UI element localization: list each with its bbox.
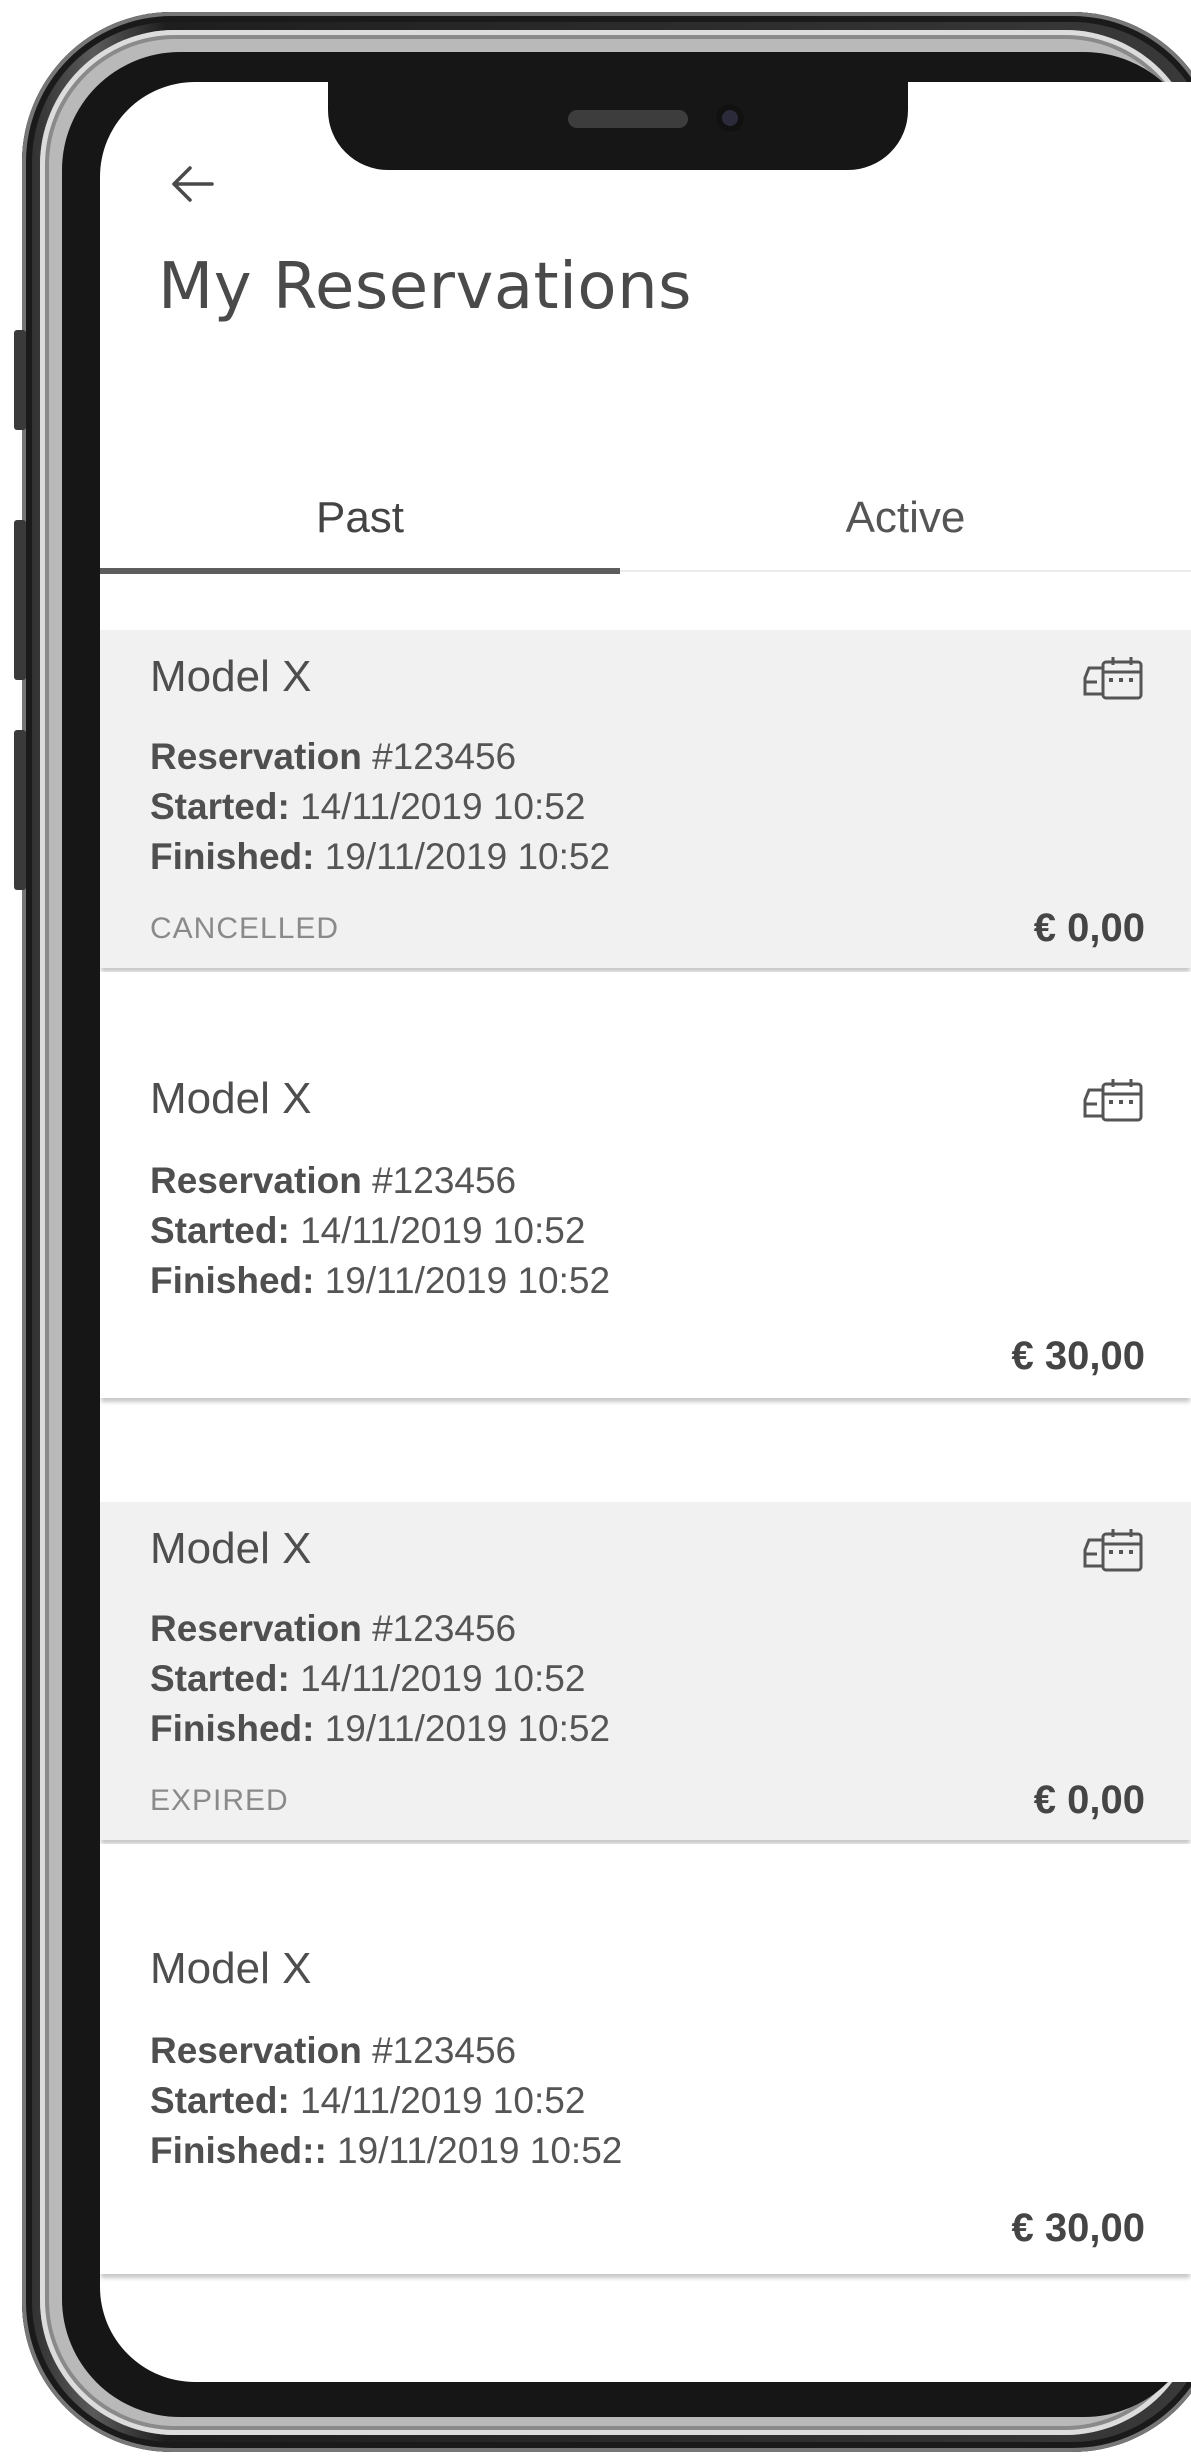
finished-line: Finished:: 19/11/2019 10:52 xyxy=(150,2130,622,2172)
reservation-card[interactable]: Model X Reservation #123456 Started: 14/… xyxy=(100,630,1191,968)
reservation-label: Reservation xyxy=(150,2030,362,2071)
started-line: Started: 14/11/2019 10:52 xyxy=(150,1210,585,1252)
volume-up-button xyxy=(14,520,26,680)
speaker-grille xyxy=(568,110,688,128)
reservation-label: Reservation xyxy=(150,1608,362,1649)
reservation-model: Model X xyxy=(150,1074,312,1123)
finished-label: Finished: xyxy=(150,1708,315,1749)
started-label: Started: xyxy=(150,1658,290,1699)
tab-bar: Past Active xyxy=(100,470,1191,580)
finished-label: Finished: xyxy=(150,836,315,877)
finished-line: Finished: 19/11/2019 10:52 xyxy=(150,836,610,878)
reservation-card[interactable]: Model X Reservation #123456 Started: 14/… xyxy=(100,1844,1191,2274)
tab-active[interactable]: Active xyxy=(620,470,1191,566)
started-label: Started: xyxy=(150,786,290,827)
reservation-number-value: #123456 xyxy=(372,1608,517,1649)
calendar-ticket-icon[interactable] xyxy=(1081,1076,1145,1126)
mute-switch xyxy=(14,330,26,430)
started-value: 14/11/2019 10:52 xyxy=(300,2080,586,2121)
started-label: Started: xyxy=(150,2080,290,2121)
reservation-number: Reservation #123456 xyxy=(150,736,516,778)
reservation-number: Reservation #123456 xyxy=(150,1160,516,1202)
reservation-status: CANCELLED xyxy=(150,912,340,945)
finished-line: Finished: 19/11/2019 10:52 xyxy=(150,1260,610,1302)
reservation-price: € 0,00 xyxy=(1033,906,1145,950)
reservation-number-value: #123456 xyxy=(372,736,517,777)
reservation-number-value: #123456 xyxy=(372,1160,517,1201)
page-title: My Reservations xyxy=(158,250,692,324)
volume-down-button xyxy=(14,730,26,890)
reservation-card[interactable]: Model X Reservation #123456 Started: 14/… xyxy=(100,972,1191,1398)
tab-divider xyxy=(620,570,1191,572)
reservation-model: Model X xyxy=(150,1524,312,1573)
reservation-number: Reservation #123456 xyxy=(150,2030,516,2072)
started-value: 14/11/2019 10:52 xyxy=(300,1658,586,1699)
tab-past[interactable]: Past xyxy=(100,470,620,566)
started-line: Started: 14/11/2019 10:52 xyxy=(150,786,585,828)
tab-selected-indicator xyxy=(100,568,620,574)
notch xyxy=(328,82,908,170)
started-value: 14/11/2019 10:52 xyxy=(300,1210,586,1251)
finished-value: 19/11/2019 10:52 xyxy=(324,1260,611,1301)
started-line: Started: 14/11/2019 10:52 xyxy=(150,1658,585,1700)
reservation-number: Reservation #123456 xyxy=(150,1608,516,1650)
started-value: 14/11/2019 10:52 xyxy=(300,786,586,827)
reservation-card[interactable]: Model X Reservation #123456 Started: 14/… xyxy=(100,1502,1191,1840)
finished-line: Finished: 19/11/2019 10:52 xyxy=(150,1708,610,1750)
arrow-left-icon[interactable] xyxy=(168,160,216,208)
reservation-number-value: #123456 xyxy=(372,2030,517,2071)
started-label: Started: xyxy=(150,1210,290,1251)
reservation-model: Model X xyxy=(150,1944,312,1993)
reservation-price: € 30,00 xyxy=(1011,1334,1145,1378)
front-camera xyxy=(716,104,744,132)
finished-label: Finished: xyxy=(150,1260,315,1301)
calendar-ticket-icon[interactable] xyxy=(1081,1526,1145,1576)
reservation-price: € 0,00 xyxy=(1033,1778,1145,1822)
finished-value: 19/11/2019 10:52 xyxy=(324,1708,611,1749)
calendar-ticket-icon[interactable] xyxy=(1081,654,1145,704)
finished-value: 19/11/2019 10:52 xyxy=(337,2130,623,2171)
finished-value: 19/11/2019 10:52 xyxy=(324,836,611,877)
reservation-label: Reservation xyxy=(150,736,362,777)
reservation-model: Model X xyxy=(150,652,312,701)
finished-label: Finished:: xyxy=(150,2130,327,2171)
app-screen: My Reservations Past Active Model X Rese… xyxy=(100,82,1191,2382)
reservation-price: € 30,00 xyxy=(1011,2206,1145,2250)
reservation-label: Reservation xyxy=(150,1160,362,1201)
reservation-status: EXPIRED xyxy=(150,1784,289,1817)
started-line: Started: 14/11/2019 10:52 xyxy=(150,2080,585,2122)
